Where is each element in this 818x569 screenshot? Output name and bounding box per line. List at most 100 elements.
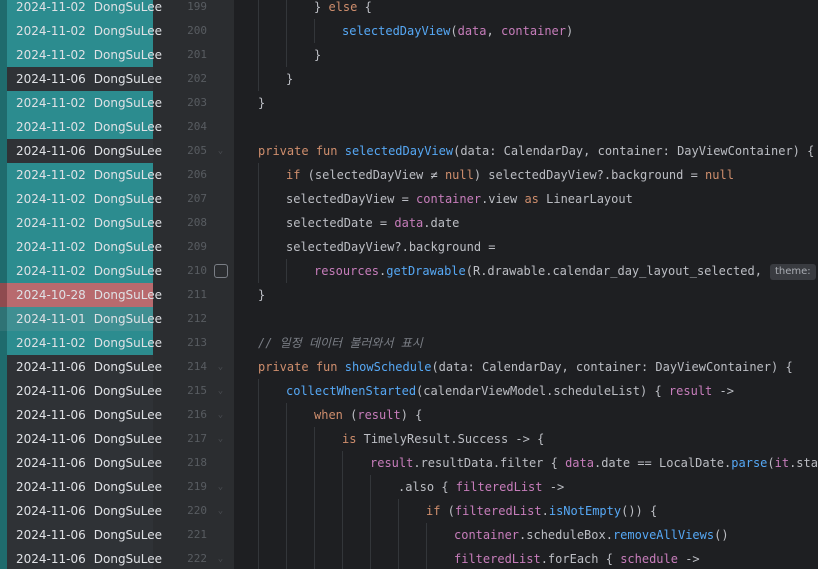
gutter-marker[interactable]: ⌄ [207, 355, 234, 379]
gutter-marker[interactable] [207, 307, 234, 331]
gutter-marker[interactable] [207, 67, 234, 91]
blame-annotation[interactable]: 2024-11-06 DongSuLee [0, 451, 162, 475]
fold-icon[interactable]: ⌄ [218, 506, 223, 516]
editor-line[interactable]: 2024-11-02 DongSuLee 200 selectedDayView(da… [0, 19, 818, 43]
blame-annotation[interactable]: 2024-11-02 DongSuLee [0, 331, 162, 355]
line-number[interactable]: 205 [169, 139, 207, 163]
gutter-marker[interactable] [207, 211, 234, 235]
blame-annotation[interactable]: 2024-11-06 DongSuLee [0, 379, 162, 403]
code-line[interactable]: .also { filteredList -> [234, 475, 818, 499]
code-line[interactable]: is TimelyResult.Success -> { [234, 427, 818, 451]
code-line[interactable]: } else { [234, 0, 818, 19]
editor-line[interactable]: 2024-11-02 DongSuLee 209 selectedDayView?.b… [0, 235, 818, 259]
gutter-marker[interactable]: ⌄ [207, 547, 234, 569]
code-line[interactable]: } [234, 43, 818, 67]
line-number[interactable]: 204 [169, 115, 207, 139]
gutter-marker[interactable] [207, 0, 234, 19]
blame-annotation[interactable]: 2024-11-02 DongSuLee [0, 115, 162, 139]
code-line[interactable]: filteredList.forEach { schedule -> [234, 547, 818, 569]
line-number[interactable]: 221 [169, 523, 207, 547]
line-number[interactable]: 200 [169, 19, 207, 43]
editor-line[interactable]: 2024-11-02 DongSuLee 208 selectedDate = dat… [0, 211, 818, 235]
blame-annotation[interactable]: 2024-11-02 DongSuLee [0, 163, 162, 187]
code-line[interactable]: private fun showSchedule(data: CalendarD… [234, 355, 818, 379]
gutter-marker[interactable] [207, 19, 234, 43]
editor-line[interactable]: 2024-11-02 DongSuLee 201} [0, 43, 818, 67]
gutter-marker[interactable] [207, 523, 234, 547]
gutter-marker[interactable] [207, 331, 234, 355]
line-number[interactable]: 213 [169, 331, 207, 355]
code-line[interactable]: when (result) { [234, 403, 818, 427]
blame-annotation[interactable]: 2024-11-06 DongSuLee [0, 139, 162, 163]
blame-annotation[interactable]: 2024-11-06 DongSuLee [0, 67, 162, 91]
gutter-marker[interactable] [207, 283, 234, 307]
code-line[interactable]: } [234, 67, 818, 91]
blame-annotation[interactable]: 2024-11-02 DongSuLee [0, 235, 162, 259]
editor-line[interactable]: 2024-11-06 DongSuLee 215 ⌄ collectWhenStarte… [0, 379, 818, 403]
line-number[interactable]: 203 [169, 91, 207, 115]
code-line[interactable] [234, 307, 818, 331]
editor-line[interactable]: 2024-11-01 DongSuLee 212 [0, 307, 818, 331]
blame-annotation[interactable]: 2024-11-02 DongSuLee [0, 19, 162, 43]
gutter-marker[interactable]: ⌄ [207, 403, 234, 427]
blame-annotation[interactable]: 2024-10-28 DongSuLee [0, 283, 162, 307]
code-line[interactable]: collectWhenStarted(calendarViewModel.sch… [234, 379, 818, 403]
editor-line[interactable]: 2024-11-02 DongSuLee 203} [0, 91, 818, 115]
line-number[interactable]: 216 [169, 403, 207, 427]
editor-line[interactable]: 2024-11-06 DongSuLee 220 ⌄ if (filteredList.… [0, 499, 818, 523]
code-line[interactable]: } [234, 91, 818, 115]
editor-line[interactable]: 2024-11-02 DongSuLee 210 resources.getDrawa… [0, 259, 818, 283]
gutter-marker[interactable]: ⌄ [207, 475, 234, 499]
fold-icon[interactable]: ⌄ [218, 434, 223, 444]
editor-line[interactable]: 2024-10-28 DongSuLee 211} [0, 283, 818, 307]
editor-line[interactable]: 2024-11-06 DongSuLee 219 ⌄ .also { filteredL… [0, 475, 818, 499]
gutter-checkbox[interactable] [213, 264, 228, 278]
blame-annotation[interactable]: 2024-11-02 DongSuLee [0, 211, 162, 235]
line-number[interactable]: 210 [169, 259, 207, 283]
gutter-marker[interactable] [207, 91, 234, 115]
blame-annotation[interactable]: 2024-11-06 DongSuLee [0, 403, 162, 427]
line-number[interactable]: 201 [169, 43, 207, 67]
code-line[interactable]: selectedDayView?.background = [234, 235, 818, 259]
editor-line[interactable]: 2024-11-02 DongSuLee 204 [0, 115, 818, 139]
fold-icon[interactable]: ⌄ [218, 410, 223, 420]
line-number[interactable]: 199 [169, 0, 207, 19]
line-number[interactable]: 222 [169, 547, 207, 569]
code-line[interactable]: selectedDayView = container.view as Line… [234, 187, 818, 211]
code-line[interactable]: private fun selectedDayView(data: Calend… [234, 139, 818, 163]
fold-icon[interactable]: ⌄ [218, 482, 223, 492]
blame-annotation[interactable]: 2024-11-01 DongSuLee [0, 307, 162, 331]
gutter-marker[interactable] [207, 115, 234, 139]
gutter-marker[interactable] [207, 259, 234, 283]
line-number[interactable]: 207 [169, 187, 207, 211]
code-line[interactable]: // 일정 데이터 불러와서 표시 [234, 331, 818, 355]
code-line[interactable] [234, 115, 818, 139]
gutter-marker[interactable] [207, 43, 234, 67]
blame-annotation[interactable]: 2024-11-02 DongSuLee [0, 43, 162, 67]
line-number[interactable]: 217 [169, 427, 207, 451]
line-number[interactable]: 209 [169, 235, 207, 259]
editor-line[interactable]: 2024-11-02 DongSuLee 207 selectedDayView = … [0, 187, 818, 211]
line-number[interactable]: 202 [169, 67, 207, 91]
fold-icon[interactable]: ⌄ [218, 554, 223, 564]
gutter-marker[interactable]: ⌄ [207, 427, 234, 451]
editor-line[interactable]: 2024-11-02 DongSuLee 206 if (selectedDayVie… [0, 163, 818, 187]
editor-line[interactable]: 2024-11-06 DongSuLee 217 ⌄ is TimelyResult.S… [0, 427, 818, 451]
editor-line[interactable]: 2024-11-06 DongSuLee 221 container.schedule… [0, 523, 818, 547]
fold-icon[interactable]: ⌄ [218, 386, 223, 396]
editor-line[interactable]: 2024-11-06 DongSuLee 222 ⌄ filteredList.forE… [0, 547, 818, 569]
line-number[interactable]: 211 [169, 283, 207, 307]
blame-annotation[interactable]: 2024-11-06 DongSuLee [0, 499, 162, 523]
line-number[interactable]: 206 [169, 163, 207, 187]
blame-annotation[interactable]: 2024-11-06 DongSuLee [0, 475, 162, 499]
editor-line[interactable]: 2024-11-02 DongSuLee 213 // 일정 데이터 불러와서 표시 [0, 331, 818, 355]
gutter-marker[interactable]: ⌄ [207, 499, 234, 523]
blame-annotation[interactable]: 2024-11-06 DongSuLee [0, 355, 162, 379]
fold-icon[interactable]: ⌄ [218, 146, 223, 156]
line-number[interactable]: 208 [169, 211, 207, 235]
line-number[interactable]: 219 [169, 475, 207, 499]
gutter-marker[interactable]: ⌄ [207, 379, 234, 403]
code-line[interactable]: selectedDayView(data, container) [234, 19, 818, 43]
gutter-marker[interactable] [207, 163, 234, 187]
blame-annotation[interactable]: 2024-11-02 DongSuLee [0, 91, 162, 115]
